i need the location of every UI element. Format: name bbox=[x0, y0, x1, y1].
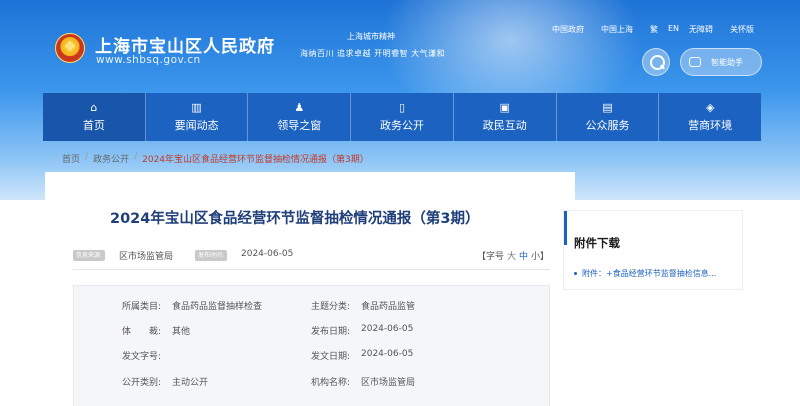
attachment-link[interactable]: 附件：+食品经营环节监督抽检信息... bbox=[574, 268, 716, 279]
layers-icon: ◈ bbox=[705, 101, 715, 114]
divider bbox=[73, 269, 550, 270]
public-label: 公开类别: bbox=[122, 378, 162, 388]
link-english[interactable]: EN bbox=[668, 24, 679, 35]
pub-date-label: 发布日期: bbox=[311, 327, 351, 337]
source-value: 区市场监管局 bbox=[119, 252, 174, 262]
nav-item-label: 领导之窗 bbox=[277, 119, 322, 132]
panel-accent-bar bbox=[564, 211, 567, 245]
person-icon: ♟ bbox=[294, 101, 305, 114]
public-value: 主动公开 bbox=[172, 378, 209, 388]
site-url: www.shbsq.gov.cn bbox=[96, 54, 201, 66]
nav-item-label: 首页 bbox=[82, 119, 105, 132]
home-icon: ⌂ bbox=[90, 101, 98, 114]
font-size-small[interactable]: 小】 bbox=[531, 249, 549, 262]
smart-assistant-label: 智能助手 bbox=[711, 57, 743, 67]
breadcrumb-separator: / bbox=[134, 152, 138, 162]
robot-icon bbox=[689, 57, 701, 67]
link-china-shanghai[interactable]: 中国上海 bbox=[601, 24, 633, 35]
nav-item-leaders[interactable]: ♟ 领导之窗 bbox=[248, 93, 352, 141]
nav-item-public-service[interactable]: ▤ 公众服务 bbox=[557, 93, 660, 141]
topic-label: 主题分类: bbox=[311, 302, 351, 312]
font-size-medium[interactable]: 中 bbox=[519, 249, 528, 262]
nav-item-label: 公众服务 bbox=[585, 119, 630, 132]
city-spirit-text: 海纳百川 追求卓越 开明睿智 大气谦和 bbox=[300, 49, 446, 58]
breadcrumb: 首页 / 政务公开 / 2024年宝山区食品经营环节监督抽检情况通报（第3期） bbox=[62, 152, 369, 165]
doc-date-value: 2024-06-05 bbox=[361, 349, 414, 359]
attachment-title: 附件下载 bbox=[574, 236, 620, 250]
nav-item-gov-affairs[interactable]: ▯ 政务公开 bbox=[351, 93, 454, 141]
org-value: 区市场监管局 bbox=[361, 378, 416, 388]
national-emblem-icon bbox=[55, 33, 85, 63]
bullet-icon bbox=[574, 272, 577, 275]
nav-item-label: 要闻动态 bbox=[174, 119, 219, 132]
source-tag: 信息来源: bbox=[73, 250, 106, 261]
breadcrumb-home[interactable]: 首页 bbox=[62, 152, 80, 165]
breadcrumb-gov-affairs[interactable]: 政务公开 bbox=[93, 152, 129, 165]
font-size-label: 【字号 bbox=[477, 252, 505, 262]
nav-item-news[interactable]: ▥ 要闻动态 bbox=[146, 93, 249, 141]
page-title: 2024年宝山区食品经营环节监督抽检情况通报（第3期） bbox=[110, 211, 480, 227]
chat-icon: ▣ bbox=[499, 101, 510, 114]
columns-icon: ▥ bbox=[191, 101, 202, 114]
font-size-large[interactable]: 大 bbox=[507, 249, 516, 262]
nav-item-label: 政民互动 bbox=[482, 119, 527, 132]
smart-assistant-button[interactable]: 智能助手 bbox=[680, 48, 762, 76]
top-links: 中国政府 中国上海 繁 EN 无障碍 关怀版 bbox=[552, 24, 764, 35]
org-label: 机构名称: bbox=[311, 378, 351, 388]
service-icon: ▤ bbox=[602, 101, 613, 114]
topic-value: 食品药品监管 bbox=[361, 302, 416, 312]
attachment-link-text: 附件：+食品经营环节监督抽检信息... bbox=[582, 269, 717, 278]
breadcrumb-current: 2024年宝山区食品经营环节监督抽检情况通报（第3期） bbox=[142, 155, 369, 165]
date-tag: 发布时间: bbox=[195, 250, 228, 261]
document-icon: ▯ bbox=[398, 101, 406, 114]
publish-date: 2024-06-05 bbox=[241, 249, 294, 259]
main-nav: ⌂ 首页 ▥ 要闻动态 ♟ 领导之窗 ▯ 政务公开 ▣ 政民互动 ▤ 公众服务 … bbox=[43, 93, 761, 141]
attachment-panel: 附件下载 附件：+食品经营环节监督抽检信息... bbox=[563, 210, 743, 290]
doc-date-label: 发文日期: bbox=[311, 352, 351, 362]
nav-item-business[interactable]: ◈ 营商环境 bbox=[659, 93, 761, 141]
pub-date-value: 2024-06-05 bbox=[361, 324, 414, 334]
nav-item-label: 营商环境 bbox=[688, 119, 733, 132]
category-label: 所属类目: bbox=[122, 302, 162, 312]
link-accessibility[interactable]: 无障碍 bbox=[689, 24, 713, 35]
breadcrumb-separator: / bbox=[85, 152, 89, 162]
nav-item-interaction[interactable]: ▣ 政民互动 bbox=[454, 93, 557, 141]
doc-no-label: 发文字号: bbox=[122, 352, 162, 362]
city-spirit-title: 上海城市精神 bbox=[347, 32, 395, 41]
genre-label: 体 裁: bbox=[122, 327, 162, 337]
genre-value: 其他 bbox=[172, 327, 191, 337]
nav-item-label: 政务公开 bbox=[380, 119, 425, 132]
search-icon[interactable] bbox=[642, 48, 670, 76]
link-traditional-chinese[interactable]: 繁 bbox=[650, 24, 658, 35]
link-care-mode[interactable]: 关怀版 bbox=[730, 24, 754, 35]
category-value: 食品药品监督抽样检查 bbox=[172, 302, 263, 312]
nav-item-home[interactable]: ⌂ 首页 bbox=[43, 93, 146, 141]
link-china-gov[interactable]: 中国政府 bbox=[552, 24, 584, 35]
font-size-control: 【字号 大 中 小】 bbox=[474, 249, 549, 262]
